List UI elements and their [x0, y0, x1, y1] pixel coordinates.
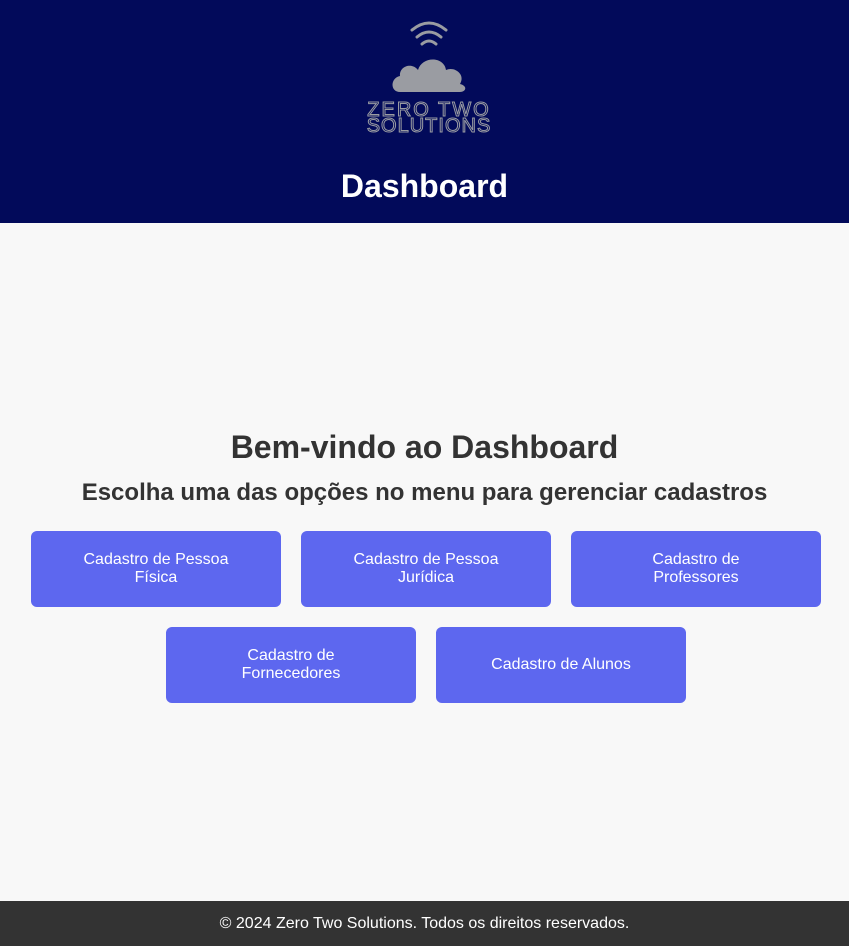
button-label: Cadastro de Alunos: [491, 656, 631, 673]
professores-button[interactable]: Cadastro de Professores: [571, 531, 821, 607]
pessoa-juridica-button[interactable]: Cadastro de Pessoa Jurídica: [301, 531, 551, 607]
dashboard-main: Bem-vindo ao Dashboard Escolha uma das o…: [0, 223, 849, 901]
instructions-subtitle: Escolha uma das opções no menu para gere…: [81, 479, 768, 506]
site-footer: © 2024 Zero Two Solutions. Todos os dire…: [0, 901, 849, 946]
page: ZERO TWO SOLUTIONS Dashboard Bem-vindo a…: [0, 0, 849, 946]
button-label: Cadastro de Pessoa Física: [83, 551, 229, 586]
logo-text-line2: SOLUTIONS: [367, 115, 492, 137]
button-label: Cadastro de Pessoa Jurídica: [353, 551, 499, 586]
button-label: Cadastro de Professores: [652, 551, 740, 586]
fornecedores-button[interactable]: Cadastro de Fornecedores: [166, 627, 416, 703]
company-logo: ZERO TWO SOLUTIONS: [332, 18, 526, 138]
pessoa-fisica-button[interactable]: Cadastro de Pessoa Física: [31, 531, 281, 607]
welcome-heading: Bem-vindo ao Dashboard: [230, 429, 619, 465]
page-title: Dashboard: [340, 168, 509, 204]
site-header: ZERO TWO SOLUTIONS Dashboard: [0, 0, 849, 223]
cloud-wifi-icon: [392, 21, 466, 92]
alunos-button[interactable]: Cadastro de Alunos: [436, 627, 686, 703]
copyright-text: © 2024 Zero Two Solutions. Todos os dire…: [219, 915, 630, 932]
button-label: Cadastro de Fornecedores: [241, 647, 341, 682]
